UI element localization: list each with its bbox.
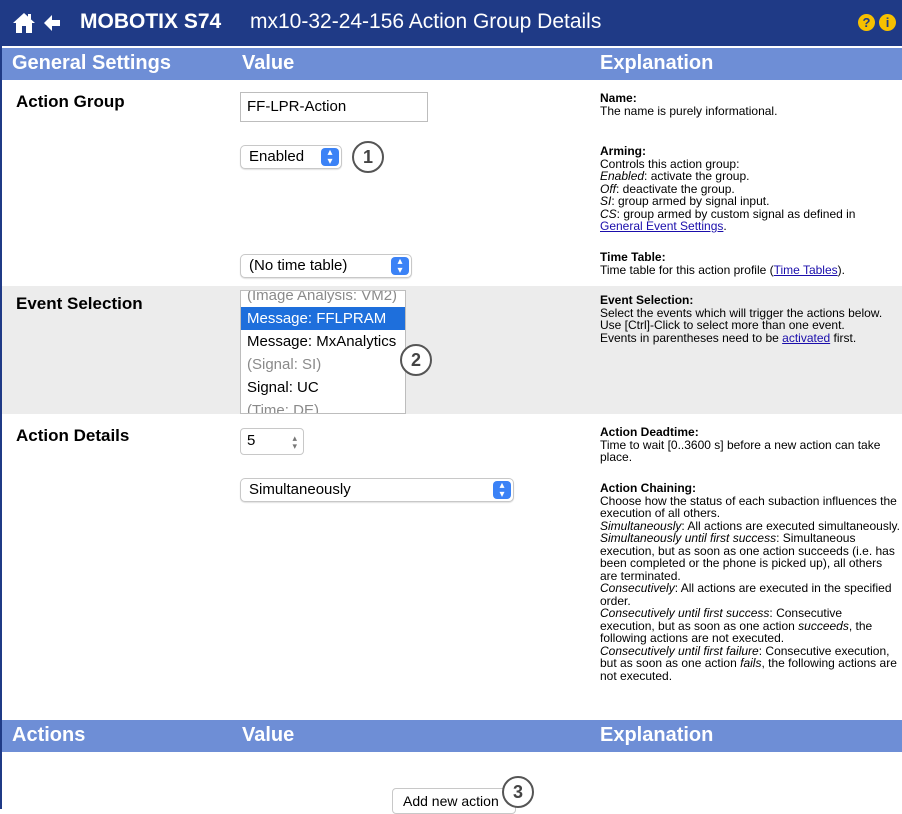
event-list[interactable]: (Image Analysis: VM2) Message: FFLPRAM M…	[240, 290, 406, 414]
explanation-event-selection: Event Selection: Select the events which…	[600, 293, 883, 345]
general-settings-header: General Settings Value Explanation	[2, 48, 902, 80]
page-title: mx10-32-24-156 Action Group Details	[250, 10, 602, 33]
event-selection-row: Event Selection (Image Analysis: VM2) Me…	[2, 286, 902, 414]
action-chaining-select[interactable]: Simultaneously ▴ ▾	[240, 478, 514, 502]
deadtime-stepper[interactable]: 5 ▴ ▾	[240, 428, 304, 455]
explanation-name: Name: The name is purely informational.	[600, 91, 778, 118]
explanation-action-chaining: Action Chaining: Choose how the status o…	[600, 481, 900, 683]
add-new-action-button[interactable]: Add new action	[392, 788, 516, 814]
action-details-label: Action Details	[16, 426, 130, 445]
event-option[interactable]: (Signal: SI)	[241, 353, 405, 376]
arming-select-value: Enabled	[249, 148, 305, 165]
stepper-arrows-icon[interactable]: ▴ ▾	[292, 434, 297, 451]
deadtime-value: 5	[247, 432, 256, 449]
header-actions: Actions	[12, 724, 86, 746]
title-bar: MOBOTIX S74 mx10-32-24-156 Action Group …	[0, 0, 902, 46]
header-explanation: Explanation	[600, 52, 714, 74]
header-value: Value	[242, 52, 295, 74]
event-option[interactable]: Message: FFLPRAM	[241, 307, 405, 330]
callout-1: 1	[352, 141, 384, 173]
explanation-time-table: Time Table: Time table for this action p…	[600, 250, 845, 277]
activated-link[interactable]: activated	[782, 331, 830, 345]
callout-3: 3	[502, 776, 534, 808]
explanation-arming: Arming: Controls this action group: Enab…	[600, 144, 856, 233]
header-general-settings: General Settings	[12, 52, 171, 74]
header-value: Value	[242, 724, 295, 746]
select-arrows-icon: ▴ ▾	[493, 481, 511, 500]
header-explanation: Explanation	[600, 724, 714, 746]
event-option[interactable]: (Image Analysis: VM2)	[241, 291, 405, 307]
explanation-action-deadtime: Action Deadtime: Time to wait [0..3600 s…	[600, 425, 881, 464]
help-icon[interactable]: ?	[858, 14, 875, 31]
actions-header: Actions Value Explanation	[2, 720, 902, 752]
select-arrows-icon: ▴ ▾	[391, 257, 409, 276]
event-option[interactable]: (Time: DE)	[241, 399, 405, 413]
select-arrows-icon: ▴ ▾	[321, 148, 339, 167]
info-icon[interactable]: i	[879, 14, 896, 31]
home-icon[interactable]	[12, 11, 36, 35]
action-group-name-input[interactable]: FF-LPR-Action	[240, 92, 428, 122]
camera-model: MOBOTIX S74	[80, 10, 222, 33]
event-option[interactable]: Message: MxAnalytics	[241, 330, 405, 353]
actions-row: Add new action 3	[2, 754, 902, 814]
time-table-select-value: (No time table)	[249, 257, 348, 274]
back-arrow-icon[interactable]	[42, 13, 62, 33]
action-details-row: Action Details 5 ▴ ▾ Simultaneously ▴ ▾ Ac…	[2, 416, 902, 718]
time-table-select[interactable]: (No time table) ▴ ▾	[240, 254, 412, 278]
general-event-settings-link[interactable]: General Event Settings	[600, 219, 723, 233]
event-selection-label: Event Selection	[16, 294, 143, 313]
callout-2: 2	[400, 344, 432, 376]
time-tables-link[interactable]: Time Tables	[774, 263, 838, 277]
action-group-label: Action Group	[16, 92, 125, 111]
action-chaining-select-value: Simultaneously	[249, 481, 351, 498]
event-option[interactable]: Signal: UC	[241, 376, 405, 399]
action-group-row: Action Group FF-LPR-Action Enabled ▴ ▾ 1 …	[2, 82, 902, 284]
arming-select[interactable]: Enabled ▴ ▾	[240, 145, 342, 169]
